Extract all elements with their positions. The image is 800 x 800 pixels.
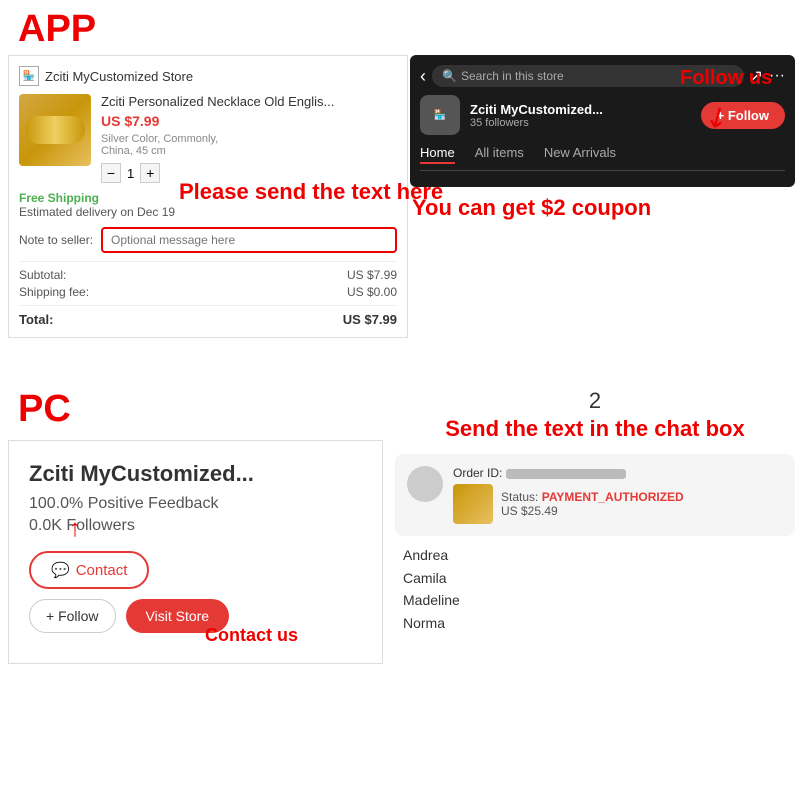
search-icon: 🔍 — [442, 69, 457, 83]
qty-increase[interactable]: + — [140, 163, 160, 183]
chat-icon: 💬 — [51, 561, 70, 579]
order-price: US $25.49 — [501, 504, 684, 518]
nav-new-arrivals[interactable]: New Arrivals — [544, 145, 616, 164]
subtotal-value: US $7.99 — [347, 268, 397, 282]
total-row: Total: US $7.99 — [19, 312, 397, 327]
store-info-row: 🏪 Zciti MyCustomized... 35 followers + F… — [420, 95, 785, 135]
order-status-info: Status: PAYMENT_AUTHORIZED US $25.49 — [501, 490, 684, 518]
please-send-annotation: Please send the text here — [179, 179, 443, 205]
rp-store-name: Zciti MyCustomized... — [470, 102, 691, 117]
nav-home[interactable]: Home — [420, 145, 455, 164]
note-row: Note to seller: — [19, 227, 397, 253]
delivery-date: Estimated delivery on Dec 19 — [19, 205, 397, 219]
name-1: Andrea — [403, 544, 795, 566]
nav-all-items[interactable]: All items — [475, 145, 524, 164]
coupon-annotation: You can get $2 coupon — [412, 195, 651, 221]
subtotal-label: Subtotal: — [19, 268, 66, 282]
order-status-row: Status: PAYMENT_AUTHORIZED US $25.49 — [453, 484, 783, 524]
pc-chat-panel: 2 Send the text in the chat box Order ID… — [395, 388, 795, 634]
shipping-fee-row: Shipping fee: US $0.00 — [19, 285, 397, 299]
bl-follow-visit-row: + Follow Visit Store — [29, 599, 362, 633]
bl-followers-text: 0.0K Followers — [29, 517, 135, 534]
pc-store-panel: Zciti MyCustomized... 100.0% Positive Fe… — [8, 440, 383, 664]
order-id-row: Order ID: — [453, 466, 783, 480]
bl-feedback: 100.0% Positive Feedback — [29, 495, 362, 513]
arrow-up: ↑ — [69, 515, 81, 543]
back-button[interactable]: ‹ — [420, 66, 426, 87]
status-value: PAYMENT_AUTHORIZED — [542, 490, 684, 504]
bl-buttons: 💬 Contact — [29, 551, 362, 589]
search-placeholder: Search in this store — [461, 69, 564, 83]
app-label: APP — [18, 8, 96, 51]
store-avatar: 🏪 — [420, 95, 460, 135]
chain-decoration — [25, 116, 85, 144]
shipping-fee-label: Shipping fee: — [19, 285, 89, 299]
product-attrs: Silver Color, Commonly,China, 45 cm — [101, 133, 397, 157]
follow-us-annotation: Follow us — [680, 67, 772, 90]
name-3: Madeline — [403, 589, 795, 611]
chat-content: Order ID: Status: PAYMENT_AUTHORIZED US … — [453, 466, 783, 524]
pc-label: PC — [18, 388, 71, 431]
total-value: US $7.99 — [343, 312, 397, 327]
store-row: 🏪 Zciti MyCustomized Store — [19, 66, 397, 86]
names-list: Andrea Camila Madeline Norma — [395, 544, 795, 634]
store-icon: 🏪 — [19, 66, 39, 86]
subtotal-row: Subtotal: US $7.99 — [19, 268, 397, 282]
total-label: Total: — [19, 312, 53, 327]
bl-followers: 0.0K Followers ↑ — [29, 517, 362, 535]
send-chat-num: 2 — [395, 388, 795, 414]
store-nav: Home All items New Arrivals — [420, 145, 785, 171]
contact-label: Contact — [76, 562, 128, 579]
pc-follow-button[interactable]: + Follow — [29, 599, 116, 633]
qty-decrease[interactable]: − — [101, 163, 121, 183]
name-2: Camila — [403, 567, 795, 589]
product-row: Zciti Personalized Necklace Old Englis..… — [19, 94, 397, 183]
product-price: US $7.99 — [101, 113, 397, 129]
chat-card: Order ID: Status: PAYMENT_AUTHORIZED US … — [395, 454, 795, 536]
chat-avatar — [407, 466, 443, 502]
product-info: Zciti Personalized Necklace Old Englis..… — [101, 94, 397, 183]
contact-us-annotation: Contact us — [205, 625, 298, 646]
note-input[interactable] — [101, 227, 397, 253]
product-image — [19, 94, 91, 166]
store-name: Zciti MyCustomized Store — [45, 69, 193, 84]
send-chat-annotation: Send the text in the chat box — [395, 416, 795, 442]
order-id-label: Order ID: — [453, 466, 502, 480]
rp-followers: 35 followers — [470, 117, 691, 129]
order-thumbnail — [453, 484, 493, 524]
app-product-panel: 🏪 Zciti MyCustomized Store Zciti Persona… — [8, 55, 408, 338]
note-label: Note to seller: — [19, 233, 93, 247]
qty-value: 1 — [127, 166, 134, 181]
shipping-fee-value: US $0.00 — [347, 285, 397, 299]
status-row: Status: PAYMENT_AUTHORIZED — [501, 490, 684, 504]
product-title: Zciti Personalized Necklace Old Englis..… — [101, 94, 397, 109]
store-details: Zciti MyCustomized... 35 followers — [470, 102, 691, 129]
status-label-text: Status: — [501, 490, 538, 504]
contact-button[interactable]: 💬 Contact — [29, 551, 149, 589]
bl-store-name: Zciti MyCustomized... — [29, 461, 362, 487]
name-4: Norma — [403, 612, 795, 634]
order-id-value — [506, 469, 626, 479]
